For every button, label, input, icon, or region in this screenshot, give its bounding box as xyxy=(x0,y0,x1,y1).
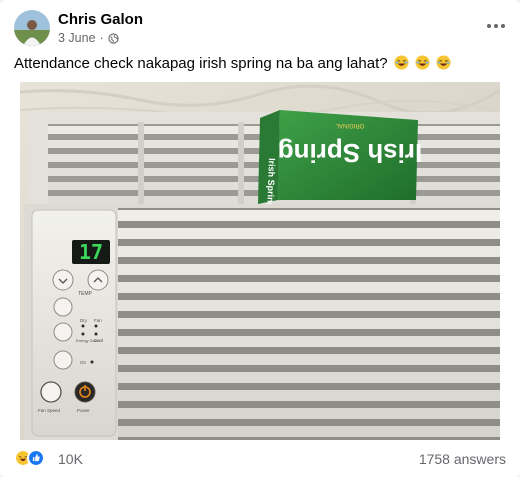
mode-button xyxy=(53,297,73,317)
soap-tag: ORIGINAL xyxy=(335,122,364,128)
avatar[interactable] xyxy=(14,10,50,46)
meta-separator: · xyxy=(99,31,104,45)
soap-box: Irish Spring Irish Spring ORIGINAL xyxy=(258,110,422,208)
soap-side-brand: Irish Spring xyxy=(265,158,277,208)
caption-text: Attendance check nakapag irish spring na… xyxy=(14,55,388,72)
temp-label: TEMP xyxy=(78,291,93,297)
reaction-icons[interactable] xyxy=(14,449,45,467)
reaction-count[interactable]: 10K xyxy=(58,451,83,467)
post-card: Chris Galon 3 June · Attendance check na… xyxy=(0,0,520,477)
post-photo[interactable]: Irish Spring Irish Spring ORIGINAL 17 TE… xyxy=(20,82,500,440)
post-meta: 3 June · xyxy=(58,31,119,45)
fan-label: Fan xyxy=(94,318,102,323)
power-label: Power xyxy=(77,408,90,413)
more-options-icon[interactable] xyxy=(486,18,506,34)
dry-label: Dry xyxy=(80,318,88,323)
temp-down-button xyxy=(52,269,74,291)
answers-count[interactable]: 1758 answers xyxy=(419,451,506,467)
laughing-emoji-icon xyxy=(415,55,430,70)
post-caption: Attendance check nakapag irish spring na… xyxy=(14,55,451,72)
fan-speed-label: Fan Speed xyxy=(38,408,61,413)
ac-control-panel: 17 TEMP Dry Fan Energy Saver Cool On Fan… xyxy=(31,209,117,437)
post-header: Chris Galon 3 June · xyxy=(14,10,506,50)
like-reaction-icon xyxy=(27,449,45,467)
globe-icon xyxy=(108,32,119,44)
laughing-emoji-icon xyxy=(394,55,409,70)
fan-speed-button xyxy=(40,381,62,403)
energy-button xyxy=(53,322,73,342)
temp-up-button xyxy=(87,269,109,291)
post-footer: 10K 1758 answers xyxy=(14,446,506,472)
timer-button xyxy=(53,350,73,370)
temperature-reading: 17 xyxy=(79,240,103,264)
author-name[interactable]: Chris Galon xyxy=(58,11,143,28)
post-date[interactable]: 3 June xyxy=(58,31,96,45)
laughing-emoji-icon xyxy=(436,55,451,70)
on-label: On xyxy=(80,360,87,365)
cool-label: Cool xyxy=(94,338,103,343)
soap-brand: Irish Spring xyxy=(278,138,422,168)
